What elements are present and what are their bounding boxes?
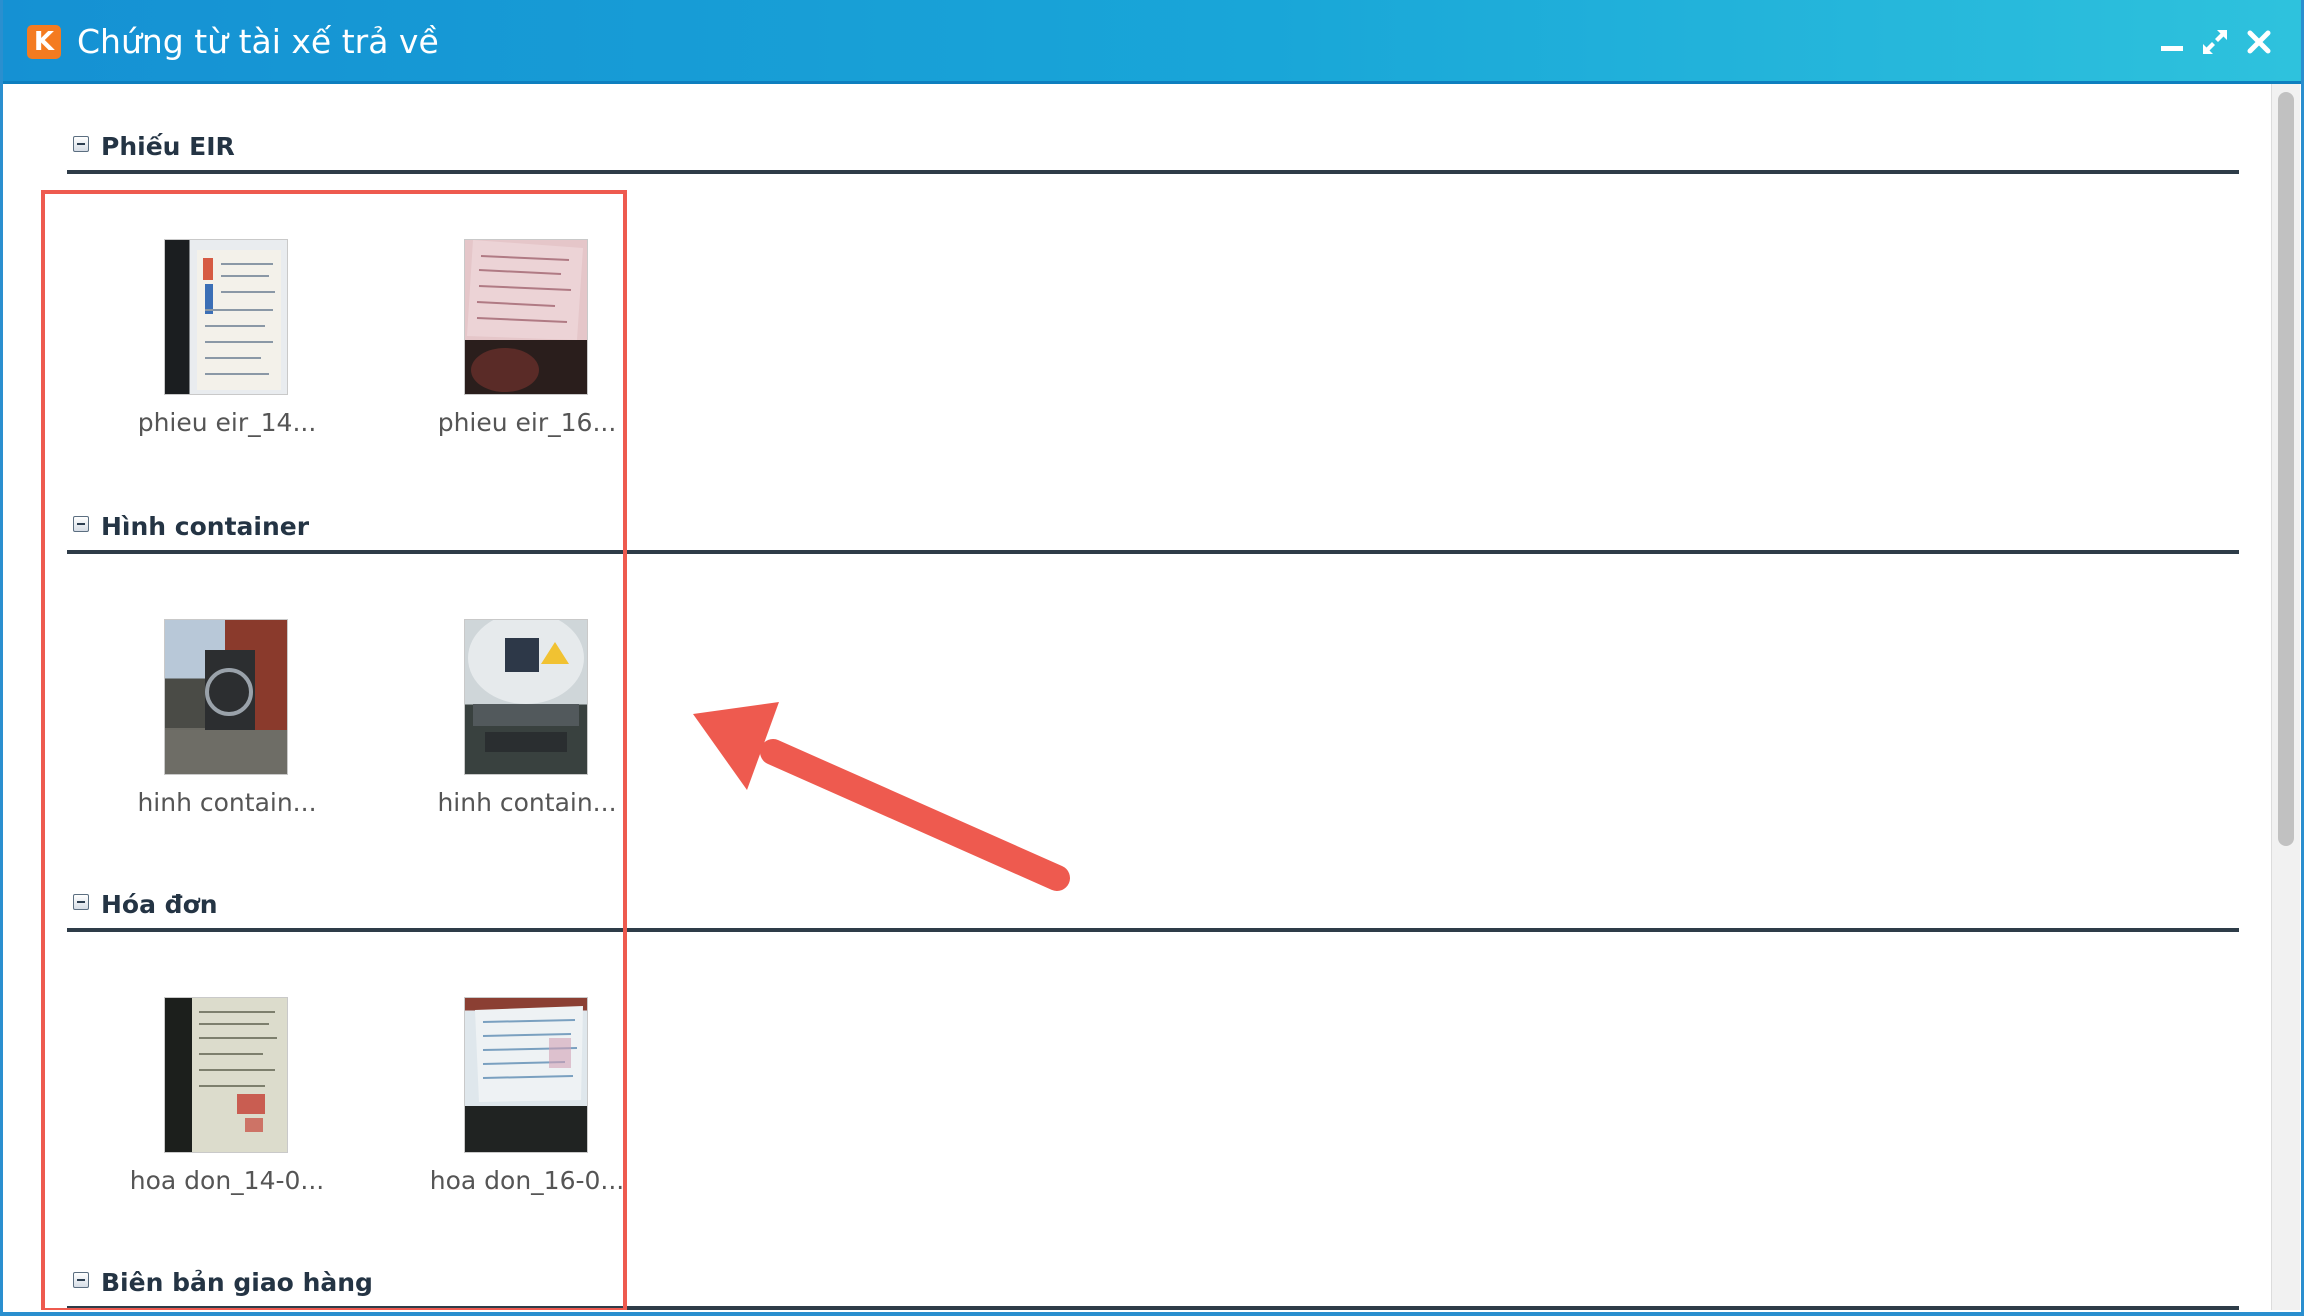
document-thumbnail-image[interactable] <box>165 620 287 774</box>
section-hoa-don: Hóa đơn hoa don_14-0... hoa don_16-0... <box>67 886 2239 1195</box>
document-filename: hoa don_16-0... <box>429 1166 625 1195</box>
section-header: Biên bản giao hàng <box>67 1264 2239 1304</box>
app-logo-icon: K <box>27 25 61 59</box>
document-thumbnail-image[interactable] <box>465 998 587 1152</box>
close-icon[interactable] <box>2243 26 2275 58</box>
maximize-icon[interactable] <box>2199 26 2231 58</box>
window-title: Chứng từ tài xế trả về <box>77 22 439 61</box>
document-viewer-window: K Chứng từ tài xế trả về Phiếu EIR phieu… <box>0 0 2304 1316</box>
document-thumbnail-image[interactable] <box>165 998 287 1152</box>
section-title: Phiếu EIR <box>101 132 235 161</box>
section-header: Hóa đơn <box>67 886 2239 926</box>
section-divider <box>67 1306 2239 1310</box>
section-bien-ban-giao-hang: Biên bản giao hàng <box>67 1264 2239 1310</box>
section-header: Hình container <box>67 508 2239 548</box>
collapse-icon[interactable] <box>73 894 89 910</box>
section-phieu-eir: Phiếu EIR phieu eir_14... phieu eir_16..… <box>67 128 2239 437</box>
document-filename: phieu eir_14... <box>137 408 317 437</box>
document-thumbnail-item[interactable]: hoa don_16-0... <box>367 998 624 1228</box>
collapse-icon[interactable] <box>73 1272 89 1288</box>
document-filename: hinh contain... <box>137 788 317 817</box>
window-titlebar[interactable]: K Chứng từ tài xế trả về <box>3 0 2301 84</box>
document-thumbnail-image[interactable] <box>465 240 587 394</box>
document-thumbnail-item[interactable]: phieu eir_16... <box>367 240 616 470</box>
section-title: Biên bản giao hàng <box>101 1268 373 1297</box>
section-title: Hóa đơn <box>101 890 218 919</box>
vertical-scrollbar[interactable] <box>2271 84 2300 1310</box>
collapse-icon[interactable] <box>73 516 89 532</box>
document-thumbnail-item[interactable]: phieu eir_14... <box>67 240 316 470</box>
document-thumbnail-item[interactable]: hoa don_14-0... <box>67 998 324 1228</box>
section-divider <box>67 170 2239 174</box>
document-filename: hinh contain... <box>437 788 617 817</box>
minimize-icon[interactable] <box>2157 26 2189 58</box>
document-thumbnail-item[interactable]: hinh contain... <box>67 620 317 850</box>
section-hinh-container: Hình container hinh contain... hinh cont… <box>67 508 2239 817</box>
document-thumbnail-image[interactable] <box>465 620 587 774</box>
scrollbar-thumb[interactable] <box>2278 92 2294 846</box>
section-divider <box>67 928 2239 932</box>
document-filename: hoa don_14-0... <box>129 1166 325 1195</box>
document-list: Phiếu EIR phieu eir_14... phieu eir_16..… <box>3 84 2271 1310</box>
document-thumbnail-item[interactable]: hinh contain... <box>367 620 617 850</box>
document-filename: phieu eir_16... <box>437 408 617 437</box>
section-divider <box>67 550 2239 554</box>
section-header: Phiếu EIR <box>67 128 2239 168</box>
collapse-icon[interactable] <box>73 136 89 152</box>
document-thumbnail-image[interactable] <box>165 240 287 394</box>
section-title: Hình container <box>101 512 310 541</box>
